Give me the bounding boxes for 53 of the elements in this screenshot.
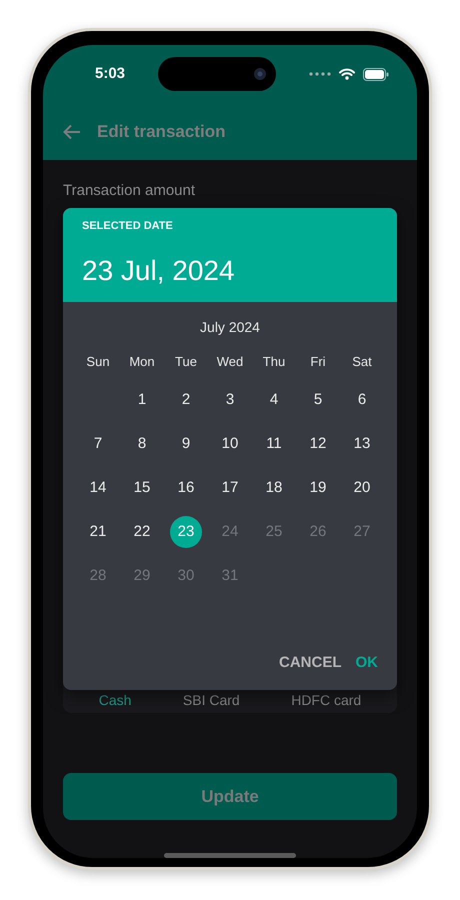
status-time: 5:03 xyxy=(95,64,126,84)
weekday-label: Sat xyxy=(351,353,373,371)
calendar-day[interactable]: 8 xyxy=(126,428,158,460)
calendar-day[interactable]: 9 xyxy=(170,428,202,460)
calendar-day: 31 xyxy=(214,560,246,592)
calendar-day[interactable]: 7 xyxy=(82,428,114,460)
calendar-day[interactable]: 5 xyxy=(302,384,334,416)
weekday-label: Sun xyxy=(85,353,111,371)
calendar-day: 27 xyxy=(346,516,378,548)
calendar-day: 30 xyxy=(170,560,202,592)
calendar-day[interactable]: 17 xyxy=(214,472,246,504)
header-label: SELECTED DATE xyxy=(82,219,174,234)
calendar-day[interactable]: 11 xyxy=(258,428,290,460)
signal-icon xyxy=(309,72,331,76)
weekday-label: Tue xyxy=(174,353,198,371)
calendar-day[interactable]: 1 xyxy=(126,384,158,416)
calendar-day[interactable]: 13 xyxy=(346,428,378,460)
weekday-label: Thu xyxy=(262,353,286,371)
calendar-day[interactable]: 6 xyxy=(346,384,378,416)
calendar-day: 29 xyxy=(126,560,158,592)
calendar-day[interactable]: 21 xyxy=(82,516,114,548)
calendar-day[interactable]: 16 xyxy=(170,472,202,504)
weekday-label: Fri xyxy=(309,353,327,371)
ok-button[interactable]: OK xyxy=(356,652,378,674)
month-title: July 2024 xyxy=(199,318,261,337)
calendar-day[interactable]: 15 xyxy=(126,472,158,504)
account-option[interactable]: SBI Card xyxy=(182,690,240,711)
calendar-day: 26 xyxy=(302,516,334,548)
selected-date: 23 Jul, 2024 xyxy=(82,254,236,288)
camera-icon xyxy=(254,68,266,80)
calendar-day[interactable]: 3 xyxy=(214,384,246,416)
calendar-day[interactable]: 2 xyxy=(170,384,202,416)
calendar-day[interactable]: 22 xyxy=(126,516,158,548)
calendar-day: 25 xyxy=(258,516,290,548)
screen-title: Edit transaction xyxy=(97,120,226,143)
field-label: Transaction amount xyxy=(63,181,196,201)
calendar-day: 28 xyxy=(82,560,114,592)
calendar-day[interactable]: 10 xyxy=(214,428,246,460)
calendar-day[interactable]: 12 xyxy=(302,428,334,460)
account-option[interactable]: HDFC card xyxy=(291,690,362,711)
account-option[interactable]: Cash xyxy=(98,690,132,711)
weekday-label: Mon xyxy=(128,353,156,371)
back-button[interactable] xyxy=(63,124,81,140)
calendar-day[interactable]: 19 xyxy=(302,472,334,504)
weekday-label: Wed xyxy=(216,353,244,371)
calendar-day[interactable]: 18 xyxy=(258,472,290,504)
battery-icon xyxy=(363,68,389,80)
calendar-day[interactable]: 14 xyxy=(82,472,114,504)
calendar-day: 24 xyxy=(214,516,246,548)
wifi-icon xyxy=(339,68,355,80)
cancel-button[interactable]: CANCEL xyxy=(279,652,342,674)
calendar-day[interactable]: 20 xyxy=(346,472,378,504)
calendar-day[interactable]: 4 xyxy=(258,384,290,416)
